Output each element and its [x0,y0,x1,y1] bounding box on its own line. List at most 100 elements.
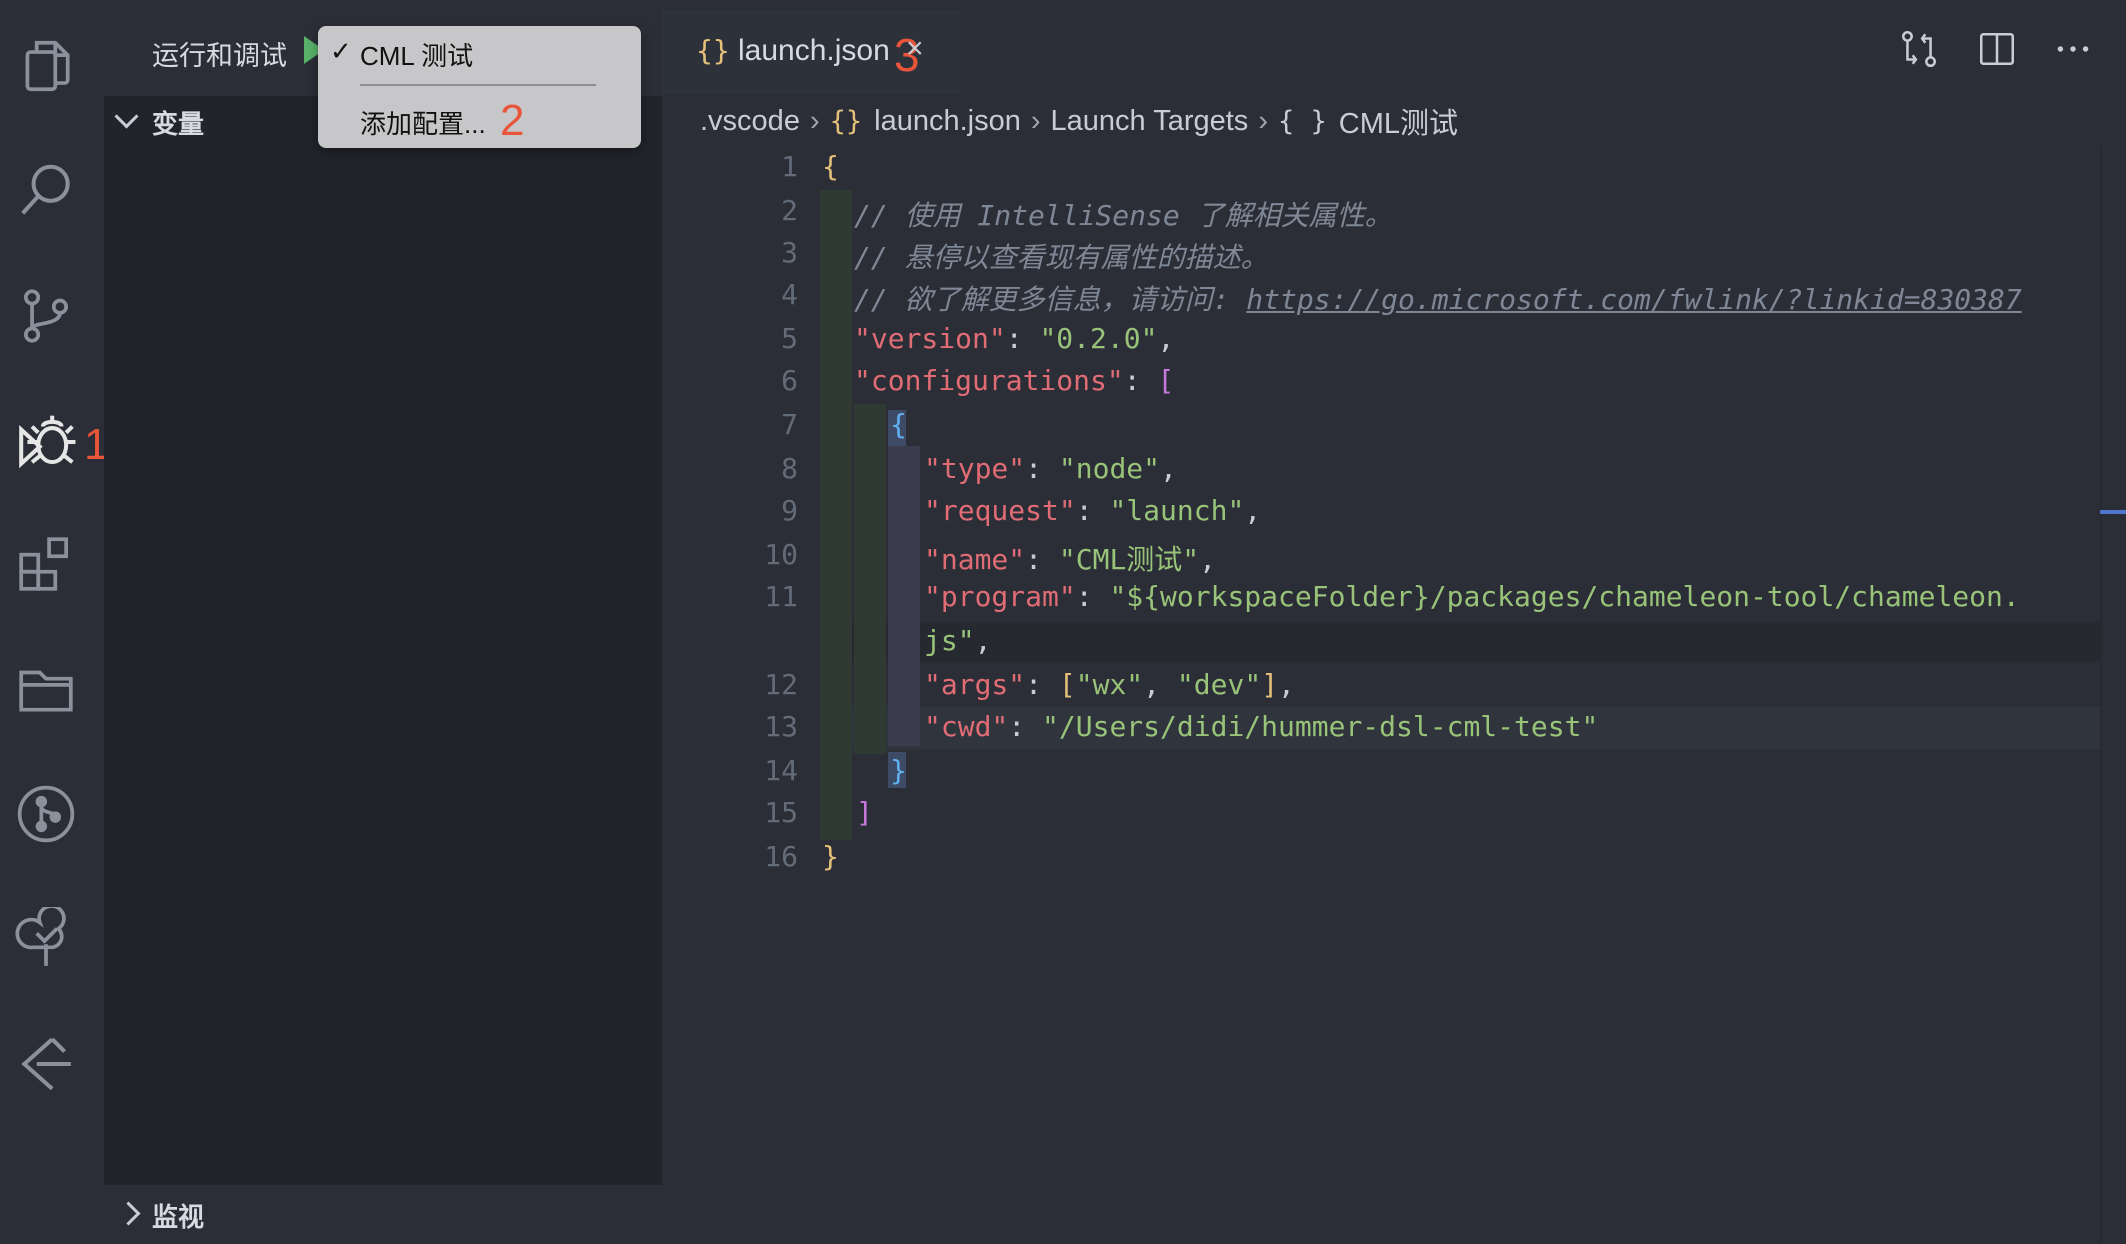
variables-label: 变量 [152,109,205,139]
line-number: 4 [781,278,798,311]
run-debug-sidebar: 运行和调试 变量 [104,0,662,1185]
json-file-icon: {} [829,105,863,137]
code-editor[interactable]: 1 2 3 4 5 6 7 8 9 10 11 12 13 14 15 16 {… [662,146,2102,1244]
json-value: "wx" [1075,668,1144,701]
chevron-down-icon [114,104,139,129]
line-number: 14 [764,754,798,787]
json-value: "/Users/didi/hummer-dsl-cml-test" [1042,710,1599,743]
folder-icon[interactable] [10,652,82,724]
indent-guide [820,190,852,840]
code-line-13: "cwd": "/Users/didi/hummer-dsl-cml-test" [924,710,1599,743]
line-number: 2 [781,194,798,227]
json-key: "name" [924,543,1026,576]
git-graph-icon[interactable] [10,778,82,850]
code-line-6: "configurations": [ [854,364,1175,397]
json-value: js" [924,624,975,657]
json-key: "cwd" [924,710,1009,743]
breadcrumb-file[interactable]: launch.json [874,105,1021,138]
breadcrumb-section[interactable]: Launch Targets [1051,105,1249,138]
json-key: "args" [924,668,1026,701]
json-key: "version" [854,322,1006,355]
debug-config-dropdown[interactable]: ✓ CML 测试 添加配置... 2 [318,26,641,148]
scrollbar-track[interactable] [2100,146,2102,1244]
source-control-icon[interactable] [10,280,82,352]
json-value: "${workspaceFolder}/packages/chameleon-t… [1109,580,2020,613]
watch-label: 监视 [152,1202,205,1232]
line-number: 7 [781,408,798,441]
wrapped-line-highlight [820,622,2102,662]
code-line-14: } [890,754,907,787]
line-number: 3 [781,236,798,269]
breadcrumb: .vscode › {} launch.json › Launch Target… [700,96,1458,146]
add-configuration-option[interactable]: 添加配置... [360,104,486,141]
line-number: 1 [781,150,798,183]
run-debug-icon[interactable] [10,406,82,478]
line-number: 16 [764,840,798,873]
json-key: "program" [924,580,1076,613]
code-line-9: "request": "launch", [924,494,1262,527]
code-line-15: ] [856,796,873,829]
code-line-4: // 欲了解更多信息，请访问: https://go.microsoft.com… [854,278,2022,318]
extensions-icon[interactable] [10,528,82,600]
code-line-2: // 使用 IntelliSense 了解相关属性。 [854,199,1393,232]
code-line-1: { [822,150,839,183]
open-changes-icon[interactable] [1898,28,1940,70]
json-key: "type" [924,452,1026,485]
code-line-7: { [890,408,907,441]
indent-guide-active [888,446,920,746]
object-icon: { } [1277,105,1327,137]
annotation-number-2: 2 [500,96,525,145]
json-value: "0.2.0" [1039,322,1158,355]
breadcrumb-folder[interactable]: .vscode [700,105,800,138]
editor-tab-bar: {} launch.json 3 × [662,0,2126,94]
tab-launch-json[interactable]: {} launch.json 3 × [662,10,960,94]
line-number: 12 [764,668,798,701]
line-number: 5 [781,322,798,355]
line-number: 8 [781,452,798,485]
code-line-12: "args": ["wx", "dev"], [924,668,1295,701]
menu-separator [360,84,596,86]
comment-text: // 欲了解更多信息，请访问: [854,283,1247,316]
close-icon[interactable]: × [906,32,924,66]
json-value: "node" [1058,452,1161,485]
watch-section-header[interactable]: 监视 [104,1185,662,1244]
code-line-11: "program": "${workspaceFolder}/packages/… [924,580,2020,613]
chevron-right-icon [116,1201,141,1226]
search-icon[interactable] [10,154,82,226]
line-number: 15 [764,796,798,829]
indent-guide [854,404,886,754]
chevron-right-icon: › [809,104,820,137]
json-file-icon: {} [696,34,730,67]
json-value: "CML测试" [1058,543,1200,576]
line-number: 10 [764,538,798,571]
code-line-5: "version": "0.2.0", [854,322,1175,355]
line-number: 6 [781,364,798,397]
code-line-11-wrap: js", [924,624,992,657]
code-line-10: "name": "CML测试", [924,543,1217,576]
json-key: "configurations" [854,364,1124,397]
more-actions-icon[interactable] [2052,28,2094,70]
code-line-16: } [822,840,839,873]
sidebar-title: 运行和调试 [152,41,287,71]
tab-label: launch.json [738,34,890,67]
explorer-icon[interactable] [10,30,82,102]
code-line-8: "type": "node", [924,452,1177,485]
check-icon: ✓ [330,36,352,66]
json-value: "launch" [1109,494,1245,527]
json-key: "request" [924,494,1076,527]
chevron-right-icon: › [1258,104,1268,137]
code-line-3: // 悬停以查看现有属性的描述。 [854,241,1269,274]
line-number: 11 [764,580,798,613]
config-option-cml-test[interactable]: CML 测试 [360,36,473,73]
scrollbar-marker [2100,510,2126,514]
breadcrumb-item[interactable]: CML测试 [1339,100,1458,142]
docs-link[interactable]: https://go.microsoft.com/fwlink/?linkid=… [1246,283,2021,316]
chevron-right-icon: › [1030,104,1041,137]
split-editor-icon[interactable] [1976,28,2018,70]
gitlens-icon[interactable] [10,1028,82,1100]
json-value: "dev" [1176,668,1262,701]
line-number: 9 [781,494,798,527]
tree-icon[interactable] [10,902,82,974]
activity-bar: 1 [0,0,108,1244]
line-number: 13 [764,710,798,743]
